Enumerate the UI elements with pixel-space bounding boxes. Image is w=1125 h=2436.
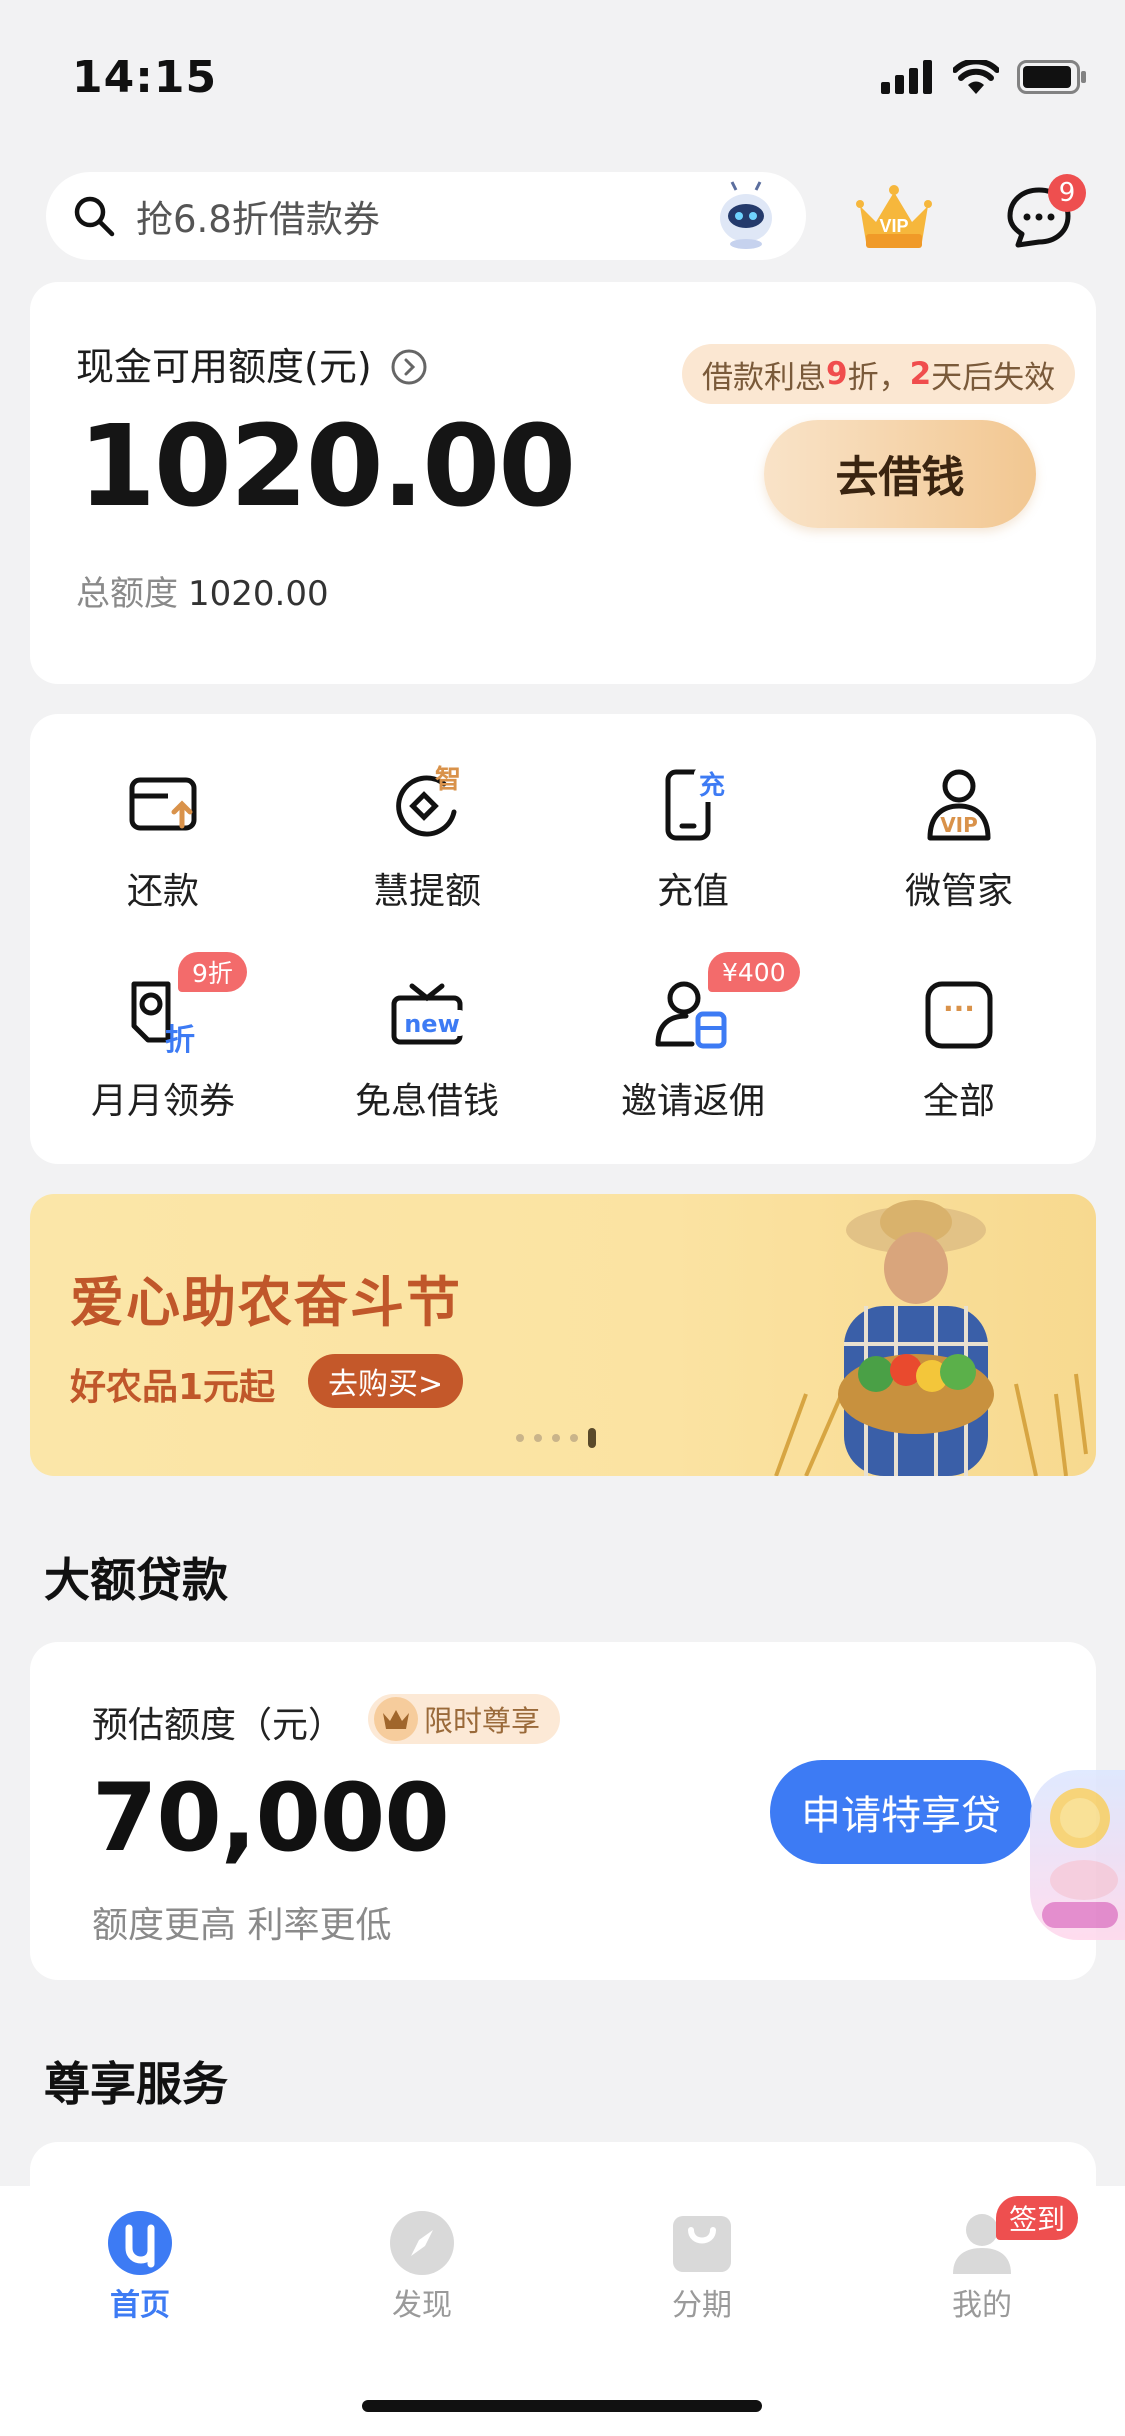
page-dot-active [588,1428,596,1448]
signal-icon [881,60,932,94]
banner-title: 爱心助农奋斗节 [70,1271,462,1334]
tab-home[interactable]: 首页 [40,2210,240,2324]
topup-phone-icon: 充 [665,768,730,841]
home-indicator [362,2400,762,2412]
repay-icon [129,777,197,831]
shortcut-vip-steward[interactable]: VIP 微管家 [844,760,1074,914]
tab-label: 首页 [110,2288,170,2323]
svg-text:···: ··· [943,992,975,1025]
section-title-vip-service: 尊享服务 [44,2057,228,2111]
shortcut-smart-limit[interactable]: 智 慧提额 [312,760,542,914]
tab-label: 我的 [952,2288,1012,2323]
svg-text:new: new [404,1010,460,1038]
tab-installment[interactable]: 分期 [602,2210,802,2324]
shortcut-label: 全部 [922,1081,995,1122]
shortcut-label: 月月领券 [90,1081,235,1122]
shortcut-repay[interactable]: 还款 [48,760,278,914]
shortcut-topup[interactable]: 充 充值 [578,760,808,914]
smart-limit-icon: 智 [396,765,461,837]
chevron-right-circle-icon[interactable] [390,348,428,386]
shortcut-invite-rebate[interactable]: ¥400 邀请返佣 [578,952,808,1124]
shortcut-label: 邀请返佣 [620,1081,765,1122]
svg-text:智: 智 [435,765,461,795]
tab-discover[interactable]: 发现 [322,2210,522,2324]
message-button[interactable]: 9 [1004,174,1086,252]
shortcut-label: 还款 [126,871,199,912]
tab-label: 发现 [392,2288,452,2323]
wifi-icon [953,60,999,94]
page-dot [570,1434,578,1442]
shortcut-all[interactable]: ··· 全部 [844,970,1074,1124]
shortcut-interest-free[interactable]: new 免息借钱 [312,970,542,1124]
page-dot [516,1434,524,1442]
shortcut-label: 慧提额 [372,871,481,912]
estimated-limit-amount: 70,000 [92,1764,450,1873]
battery-icon [1017,60,1086,94]
svg-text:充: 充 [699,770,725,801]
farmer-illustration [774,1200,1088,1476]
section-title-big-loan: 大额贷款 [44,1553,228,1607]
shortcut-label: 微管家 [904,871,1013,912]
assistant-robot-icon[interactable] [710,180,782,252]
cash-credit-title[interactable]: 现金可用额度(元) [76,336,428,391]
invite-reward-badge: ¥400 [708,952,800,992]
gift-new-icon: new [391,983,464,1045]
vip-steward-icon: VIP [927,769,991,841]
vip-crown-icon[interactable]: VIP [852,180,936,256]
limited-exclusive-tag: 限时尊享 [368,1694,561,1744]
banner-subtitle: 好农品1元起 [70,1367,276,1408]
crown-icon [374,1697,418,1741]
banner-page-indicator [516,1428,596,1448]
big-loan-description: 额度更高 利率更低 [92,1905,392,1946]
compass-icon [390,2211,454,2275]
tab-label: 分期 [672,2288,732,2323]
interest-promo-tag: 借款利息 9 折， 2 天后失效 [682,344,1076,404]
coupon-discount-badge: 9折 [178,952,247,992]
borrow-button[interactable]: 去借钱 [764,420,1036,528]
page-dot [552,1434,560,1442]
shortcut-label: 免息借钱 [354,1081,499,1122]
apply-exclusive-loan-button[interactable]: 申请特享贷 [770,1760,1032,1864]
total-credit: 总额度 1020.00 [76,574,329,614]
svg-text:VIP: VIP [940,813,978,837]
shopping-bag-icon [673,2216,731,2272]
page-dot [534,1434,542,1442]
vip-label: VIP [879,216,908,236]
floating-activity-widget[interactable] [1030,1770,1125,1940]
checkin-badge[interactable]: 签到 [996,2196,1078,2240]
shortcut-label: 充值 [656,871,729,912]
more-grid-icon: ··· [925,981,993,1049]
cash-credit-amount: 1020.00 [78,402,576,532]
search-icon [74,196,115,237]
estimated-limit-label: 预估额度（元） [92,1705,345,1746]
shortcut-monthly-coupon[interactable]: 折 9折 月月领券 [48,952,278,1124]
svg-text:折: 折 [165,1023,195,1058]
home-logo-icon [108,2211,172,2275]
search-bar[interactable]: 抢6.8折借款券 [46,172,806,260]
status-icons [881,60,1087,94]
search-input[interactable]: 抢6.8折借款券 [136,189,380,243]
status-time: 14:15 [72,52,218,103]
message-count-badge: 9 [1048,174,1086,212]
coin-hand-icon [1042,1788,1118,1928]
banner-buy-button[interactable]: 去购买> [308,1354,464,1408]
